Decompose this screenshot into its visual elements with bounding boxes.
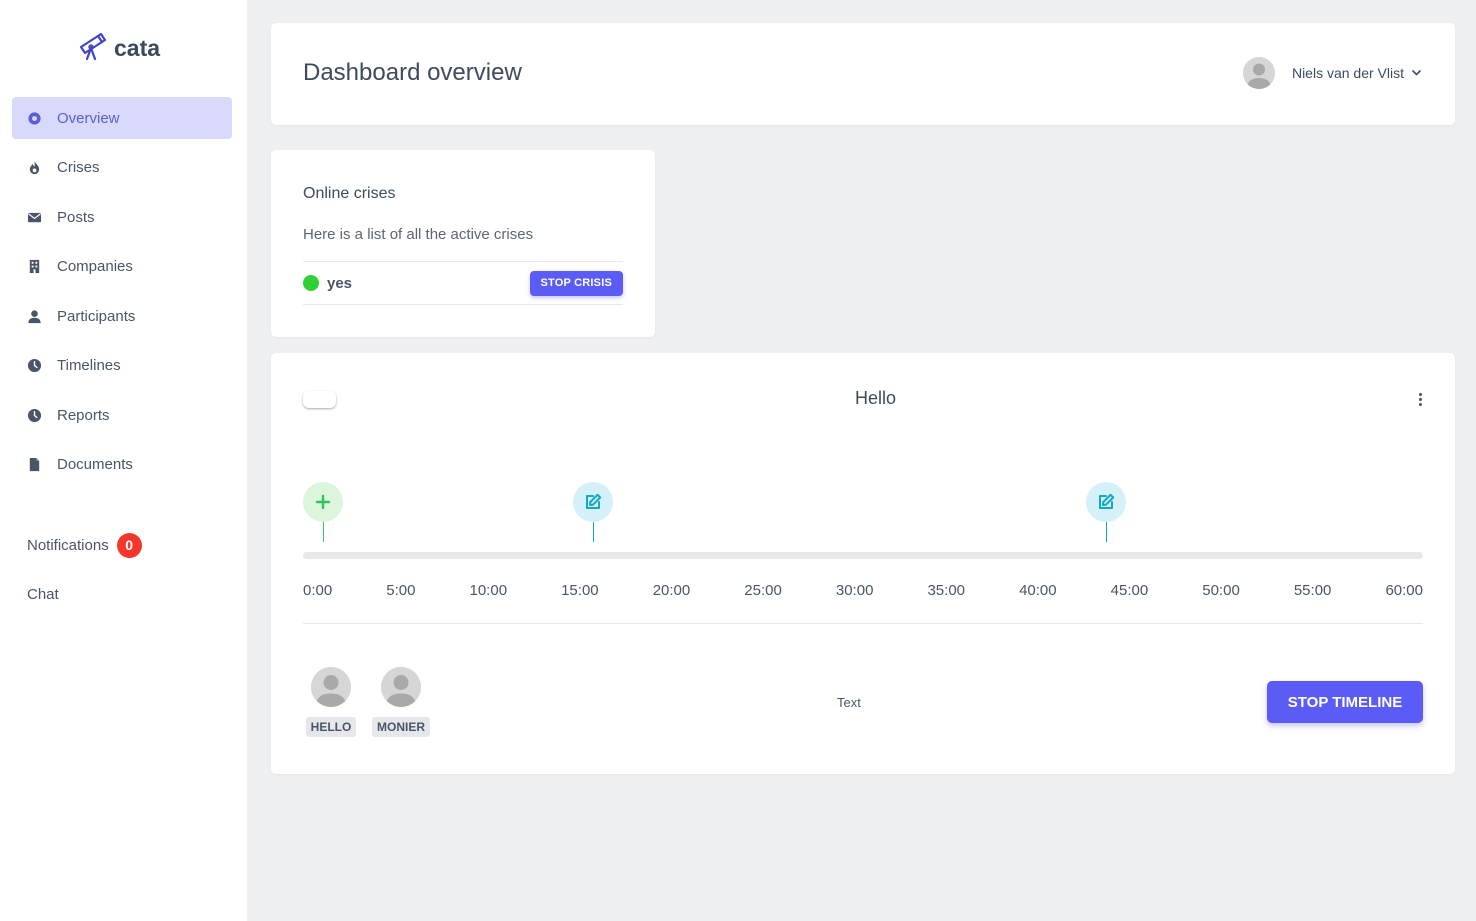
- more-options-icon[interactable]: [1414, 389, 1426, 409]
- timeline-event-edit[interactable]: [573, 482, 613, 542]
- user-icon: [26, 308, 42, 324]
- edit-icon[interactable]: [1086, 482, 1126, 522]
- sidebar-item-participants[interactable]: Participants: [12, 295, 232, 337]
- building-icon: [26, 259, 42, 275]
- clock-icon: [26, 407, 42, 423]
- sidebar-item-posts[interactable]: Posts: [12, 196, 232, 238]
- notifications-count-badge: 0: [116, 532, 142, 558]
- sidebar-item-documents[interactable]: Documents: [12, 444, 232, 486]
- page-title: Dashboard overview: [303, 59, 522, 86]
- crisis-row: yes STOP CRISIS: [303, 261, 623, 305]
- sidebar: cata Overview Crises Posts Companies Par…: [0, 0, 247, 921]
- chevron-down-icon: [1412, 70, 1421, 76]
- notifications-label: Notifications: [27, 536, 109, 554]
- crisis-name: yes: [327, 274, 353, 292]
- clock-icon: [26, 358, 42, 374]
- app-name: cata: [114, 35, 161, 61]
- telescope-icon: [76, 30, 108, 67]
- logo[interactable]: cata: [76, 30, 160, 67]
- timeline-toggle[interactable]: [303, 391, 336, 408]
- sidebar-item-notifications[interactable]: Notifications 0: [27, 531, 142, 559]
- sidebar-item-timelines[interactable]: Timelines: [12, 345, 232, 387]
- header-card: Dashboard overview Niels van der Vlist: [271, 23, 1455, 125]
- sidebar-item-label: Posts: [57, 208, 95, 226]
- tick-label: 15:00: [561, 582, 599, 599]
- divider: [303, 623, 1423, 624]
- event-stem: [1105, 522, 1107, 542]
- timeline-text: Text: [837, 695, 861, 710]
- sidebar-item-label: Companies: [57, 258, 133, 275]
- sidebar-item-label: Reports: [57, 406, 110, 424]
- edit-icon[interactable]: [573, 482, 613, 522]
- crises-subtitle: Here is a list of all the active crises: [303, 226, 534, 243]
- online-crises-card: Online crises Here is a list of all the …: [271, 150, 655, 337]
- tick-label: 40:00: [1019, 582, 1057, 599]
- participant[interactable]: HELLO: [305, 667, 357, 737]
- crises-title: Online crises: [303, 185, 396, 202]
- timeline-event-add[interactable]: [303, 482, 343, 542]
- fire-icon: [26, 160, 42, 176]
- sidebar-item-label: Documents: [57, 456, 133, 473]
- avatar: [381, 667, 421, 707]
- timeline-event-edit[interactable]: [1086, 482, 1126, 542]
- tick-label: 35:00: [927, 582, 966, 599]
- tick-label: 0:00: [303, 582, 333, 599]
- event-stem: [322, 522, 324, 542]
- envelope-icon: [26, 209, 42, 225]
- tick-label: 50:00: [1202, 582, 1240, 599]
- tick-label: 5:00: [386, 582, 416, 599]
- tick-label: 60:00: [1385, 582, 1423, 599]
- timeline-title: Hello: [855, 388, 897, 408]
- participant[interactable]: MONIER: [372, 667, 430, 737]
- timeline-ticks: 0:00 5:00 10:00 15:00 20:00 25:00 30:00 …: [303, 582, 1423, 602]
- tick-label: 55:00: [1293, 582, 1332, 599]
- sidebar-item-label: Timelines: [57, 357, 121, 374]
- sidebar-item-crises[interactable]: Crises: [12, 147, 232, 189]
- chat-label: Chat: [27, 585, 59, 603]
- sidebar-item-label: Overview: [57, 109, 120, 127]
- stop-crisis-button[interactable]: STOP CRISIS: [529, 270, 623, 296]
- status-dot-icon: [303, 275, 319, 291]
- file-icon: [26, 457, 42, 473]
- tick-label: 20:00: [652, 582, 691, 599]
- user-menu[interactable]: Niels van der Vlist: [1242, 57, 1421, 89]
- avatar: [311, 667, 351, 707]
- tick-label: 10:00: [469, 582, 508, 599]
- sidebar-item-chat[interactable]: Chat: [27, 580, 142, 608]
- stop-timeline-button[interactable]: STOP TIMELINE: [1267, 681, 1423, 723]
- sidebar-item-companies[interactable]: Companies: [12, 246, 232, 288]
- avatar: [1242, 57, 1275, 89]
- sidebar-nav: Overview Crises Posts Companies Particip…: [12, 97, 232, 493]
- sidebar-item-label: Crises: [57, 159, 100, 176]
- plus-icon[interactable]: [303, 482, 343, 522]
- event-stem: [592, 522, 594, 542]
- timeline-track: [303, 552, 1423, 559]
- timeline-card: Hello 0:00 5:00 10:00 15:00 20:00 25:00 …: [271, 353, 1455, 774]
- participant-label: MONIER: [372, 717, 430, 737]
- sidebar-item-overview[interactable]: Overview: [12, 97, 232, 139]
- tick-label: 45:00: [1110, 582, 1149, 599]
- tick-label: 30:00: [835, 582, 874, 599]
- tick-label: 25:00: [744, 582, 782, 599]
- dot-circle-icon: [26, 110, 42, 126]
- sidebar-item-label: Participants: [57, 307, 136, 325]
- participant-label: HELLO: [305, 717, 357, 737]
- sidebar-secondary: Notifications 0 Chat: [27, 531, 142, 629]
- user-name: Niels van der Vlist: [1291, 65, 1404, 81]
- sidebar-item-reports[interactable]: Reports: [12, 394, 232, 436]
